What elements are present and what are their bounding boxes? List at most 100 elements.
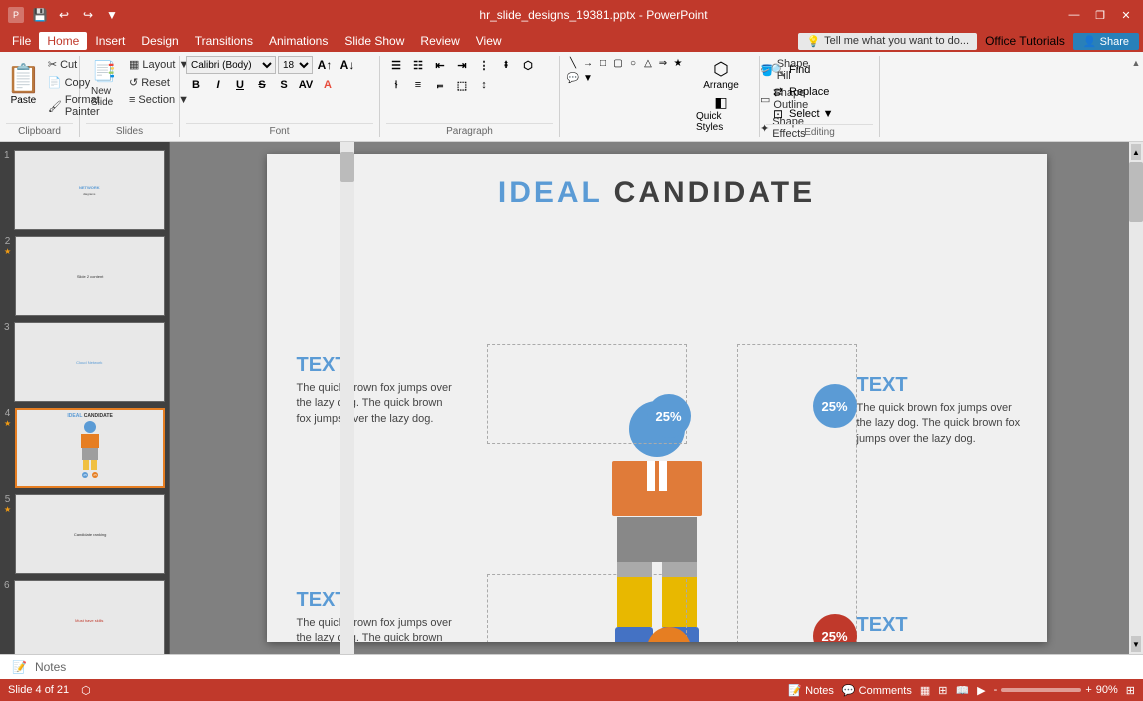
select-button[interactable]: ⊡ Select ▼ bbox=[766, 104, 856, 124]
font-family-select[interactable]: Calibri (Body) bbox=[186, 56, 276, 74]
increase-font-btn[interactable]: A↑ bbox=[315, 56, 335, 74]
save-btn[interactable]: 💾 bbox=[30, 5, 50, 25]
shape-rtarrow-btn[interactable]: ⇒ bbox=[656, 56, 670, 70]
slide-img-6[interactable]: Must have skills bbox=[14, 580, 165, 654]
slide-img-3[interactable]: Cloud Network bbox=[14, 322, 165, 402]
align-right-btn[interactable]: ⫭ bbox=[430, 76, 450, 94]
reset-icon: ↺ bbox=[129, 76, 138, 89]
menu-animations[interactable]: Animations bbox=[261, 32, 336, 50]
arrange-button[interactable]: ⬡ Arrange bbox=[696, 56, 746, 94]
numbered-list-btn[interactable]: ☷ bbox=[408, 56, 428, 74]
shape-star-btn[interactable]: ★ bbox=[671, 56, 685, 70]
shape-more-btn[interactable]: ▼ bbox=[581, 71, 595, 85]
strikethrough-btn[interactable]: S bbox=[252, 76, 272, 94]
shadow-btn[interactable]: S bbox=[274, 76, 294, 94]
quick-access-toolbar: 💾 ↩ ↪ ▼ bbox=[30, 5, 122, 25]
italic-btn[interactable]: I bbox=[208, 76, 228, 94]
slide-thumb-3[interactable]: 3 Cloud Network bbox=[4, 322, 165, 402]
reading-view-btn[interactable]: 📖 bbox=[955, 684, 969, 697]
share-button[interactable]: 👤 Share bbox=[1073, 33, 1139, 50]
shape-triangle-btn[interactable]: △ bbox=[641, 56, 655, 70]
find-button[interactable]: 🔍 Find bbox=[766, 60, 856, 80]
slide-thumb-1[interactable]: 1 NETWORK diagrams bbox=[4, 150, 165, 230]
scroll-up-btn[interactable]: ▲ bbox=[1131, 144, 1141, 160]
font-size-select[interactable]: 18 bbox=[278, 56, 313, 74]
close-btn[interactable]: ✕ bbox=[1117, 6, 1135, 24]
scroll-down-btn[interactable]: ▼ bbox=[1131, 636, 1141, 652]
slide-img-2[interactable]: Slide 2 content bbox=[15, 236, 165, 316]
slide-img-4[interactable]: IDEAL CANDIDATE 25 25 bbox=[15, 408, 165, 488]
fontcolor-btn[interactable]: A bbox=[318, 76, 338, 94]
increase-indent-btn[interactable]: ⇥ bbox=[452, 56, 472, 74]
zoom-control[interactable]: - + 90% bbox=[994, 684, 1118, 696]
shape-arrow-btn[interactable]: → bbox=[581, 56, 595, 70]
align-center-btn[interactable]: ≡ bbox=[408, 76, 428, 94]
collapse-ribbon-btn[interactable]: ▲ bbox=[1129, 56, 1143, 70]
slides-group: 📑 New Slide ▦ Layout ▼ ↺ Reset ≡ Section… bbox=[80, 56, 180, 137]
shape-oval-btn[interactable]: ○ bbox=[626, 56, 640, 70]
paste-button[interactable]: 📋 Paste bbox=[6, 56, 41, 112]
menu-transitions[interactable]: Transitions bbox=[187, 32, 261, 50]
help-search[interactable]: 💡 Tell me what you want to do... bbox=[798, 33, 977, 50]
slide-img-1[interactable]: NETWORK diagrams bbox=[14, 150, 165, 230]
new-slide-label: New Slide bbox=[91, 86, 117, 108]
comments-status-btn[interactable]: 💬 Comments bbox=[842, 684, 912, 697]
right-scrollbar[interactable]: ▲ ▼ bbox=[1129, 142, 1143, 654]
undo-btn[interactable]: ↩ bbox=[54, 5, 74, 25]
notes-icon: 📝 bbox=[12, 660, 27, 674]
menu-file[interactable]: File bbox=[4, 32, 39, 50]
columns-btn[interactable]: ⋮ bbox=[474, 56, 494, 74]
slide-thumb-2[interactable]: 2 ★ Slide 2 content bbox=[4, 236, 165, 316]
office-tutorials-link[interactable]: Office Tutorials bbox=[985, 34, 1065, 48]
redo-btn[interactable]: ↪ bbox=[78, 5, 98, 25]
shape-rect-btn[interactable]: □ bbox=[596, 56, 610, 70]
slideshow-btn[interactable]: ▶ bbox=[977, 684, 985, 697]
para-row2: ⫮ ≡ ⫭ ⬚ ↕ bbox=[386, 76, 494, 94]
slide-thumb-5[interactable]: 5 ★ Candidate ranking bbox=[4, 494, 165, 574]
menu-slideshow[interactable]: Slide Show bbox=[336, 32, 412, 50]
quick-styles-button[interactable]: ◧ Quick Styles bbox=[696, 94, 746, 132]
text-direction-btn[interactable]: ⭻ bbox=[496, 56, 516, 74]
zoom-out-btn[interactable]: - bbox=[994, 684, 998, 696]
shape-line-btn[interactable]: ╲ bbox=[566, 56, 580, 70]
normal-view-btn[interactable]: ▦ bbox=[920, 684, 930, 697]
menu-insert[interactable]: Insert bbox=[87, 32, 133, 50]
underline-btn[interactable]: U bbox=[230, 76, 250, 94]
zoom-in-btn[interactable]: + bbox=[1085, 684, 1091, 696]
fit-to-window-btn[interactable]: ⊞ bbox=[1126, 684, 1135, 697]
slide-img-5[interactable]: Candidate ranking bbox=[15, 494, 165, 574]
right-scroll-thumb[interactable] bbox=[1129, 162, 1143, 222]
convert-smartart-btn[interactable]: ⬡ bbox=[518, 56, 538, 74]
notes-label[interactable]: Notes bbox=[35, 660, 66, 674]
justify-btn[interactable]: ⬚ bbox=[452, 76, 472, 94]
customize-qa-btn[interactable]: ▼ bbox=[102, 5, 122, 25]
decrease-font-btn[interactable]: A↓ bbox=[337, 56, 357, 74]
left-scroll-thumb[interactable] bbox=[340, 152, 354, 182]
replace-button[interactable]: ⇄ Replace bbox=[766, 82, 856, 102]
new-slide-button[interactable]: 📑 New Slide bbox=[86, 56, 122, 111]
restore-btn[interactable]: ❐ bbox=[1091, 6, 1109, 24]
slide-thumb-4[interactable]: 4 ★ IDEAL CANDIDATE bbox=[4, 408, 165, 488]
menu-review[interactable]: Review bbox=[412, 32, 467, 50]
line-spacing-btn[interactable]: ↕ bbox=[474, 76, 494, 94]
select-label: Select bbox=[789, 108, 820, 120]
menu-design[interactable]: Design bbox=[133, 32, 186, 50]
shape-callout-btn[interactable]: 💬 bbox=[566, 71, 580, 85]
zoom-slider[interactable] bbox=[1001, 688, 1081, 692]
menu-home[interactable]: Home bbox=[39, 32, 87, 50]
align-left-btn[interactable]: ⫮ bbox=[386, 76, 406, 94]
bold-btn[interactable]: B bbox=[186, 76, 206, 94]
clipboard-content: 📋 Paste ✂ Cut 📄 Copy 🖌 Format Painter bbox=[6, 56, 73, 123]
para-row1: ☰ ☷ ⇤ ⇥ ⋮ ⭻ ⬡ bbox=[386, 56, 538, 74]
notes-status-btn[interactable]: 📝 Notes bbox=[788, 684, 834, 697]
slide-thumb-6[interactable]: 6 Must have skills bbox=[4, 580, 165, 654]
left-scrollbar[interactable] bbox=[340, 142, 354, 654]
menu-view[interactable]: View bbox=[468, 32, 510, 50]
shape-rounded-btn[interactable]: ▢ bbox=[611, 56, 625, 70]
charspacing-btn[interactable]: AV bbox=[296, 76, 316, 94]
decrease-indent-btn[interactable]: ⇤ bbox=[430, 56, 450, 74]
slide-sorter-btn[interactable]: ⊞ bbox=[938, 684, 947, 697]
minimize-btn[interactable]: — bbox=[1065, 6, 1083, 24]
accessibility-icon: ⬡ bbox=[81, 684, 91, 697]
bullet-list-btn[interactable]: ☰ bbox=[386, 56, 406, 74]
